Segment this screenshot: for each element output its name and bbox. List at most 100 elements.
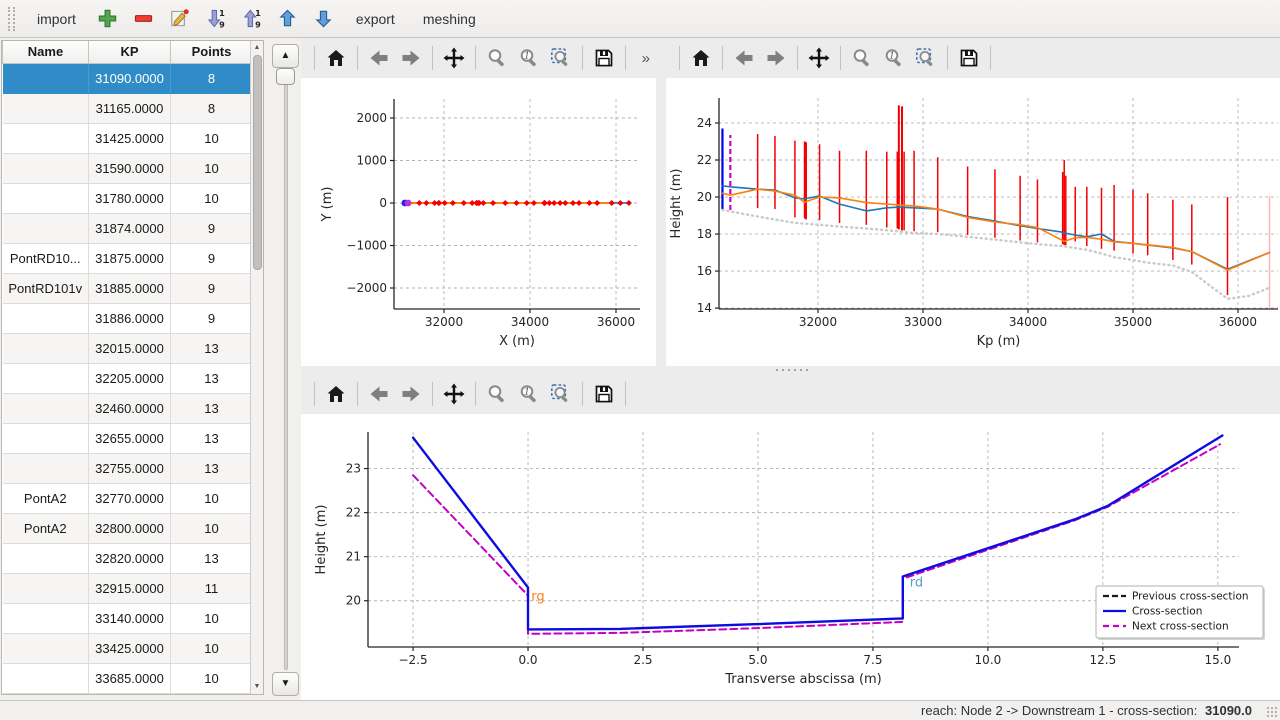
cell-points[interactable]: 10: [171, 153, 253, 183]
cell-name[interactable]: [3, 603, 89, 633]
table-row[interactable]: 33140.000010: [3, 603, 253, 633]
cell-kp[interactable]: 31875.0000: [89, 243, 171, 273]
cell-kp[interactable]: 31874.0000: [89, 213, 171, 243]
cell-name[interactable]: PontRD101v: [3, 273, 89, 303]
zoom-button[interactable]: [846, 42, 878, 74]
cell-name[interactable]: [3, 423, 89, 453]
zoom-button[interactable]: [481, 42, 513, 74]
table-row[interactable]: 32755.000013: [3, 453, 253, 483]
cell-points[interactable]: 9: [171, 213, 253, 243]
cell-kp[interactable]: 32655.0000: [89, 423, 171, 453]
panel-scroll-handle[interactable]: [276, 68, 295, 85]
save-button[interactable]: [953, 42, 985, 74]
cell-kp[interactable]: 32015.0000: [89, 333, 171, 363]
cell-points[interactable]: 8: [171, 93, 253, 123]
table-row[interactable]: 32655.000013: [3, 423, 253, 453]
cross-section-chart[interactable]: −2.50.02.55.07.510.012.515.020212223Tran…: [301, 414, 1280, 702]
cell-kp[interactable]: 32820.0000: [89, 543, 171, 573]
table-row[interactable]: 32820.000013: [3, 543, 253, 573]
cell-kp[interactable]: 33140.0000: [89, 603, 171, 633]
back-button[interactable]: [363, 42, 395, 74]
cell-points[interactable]: [171, 693, 253, 695]
scroll-down-icon[interactable]: ▼: [251, 681, 263, 693]
cell-name[interactable]: [3, 693, 89, 695]
cell-kp[interactable]: [89, 693, 171, 695]
home-button[interactable]: [320, 42, 352, 74]
cell-name[interactable]: [3, 633, 89, 663]
cell-name[interactable]: PontA2: [3, 513, 89, 543]
zoom-1-button[interactable]: 1: [513, 42, 545, 74]
zoom-box-button[interactable]: [910, 42, 942, 74]
cell-kp[interactable]: 33685.0000: [89, 663, 171, 693]
cell-points[interactable]: 10: [171, 123, 253, 153]
home-button[interactable]: [685, 42, 717, 74]
longitudinal-profile-chart[interactable]: 3200033000340003500036000242220181614Kp …: [666, 78, 1280, 366]
column-header-points[interactable]: Points: [171, 41, 253, 63]
cell-points[interactable]: 9: [171, 243, 253, 273]
cell-name[interactable]: [3, 453, 89, 483]
cell-name[interactable]: [3, 123, 89, 153]
cell-kp[interactable]: 31165.0000: [89, 93, 171, 123]
scroll-up-icon[interactable]: ▲: [251, 42, 263, 54]
cross-sections-table[interactable]: NameKPPoints 31090.0000831165.0000831425…: [1, 40, 264, 695]
cell-kp[interactable]: 31886.0000: [89, 303, 171, 333]
profile-canvas[interactable]: 3200033000340003500036000242220181614Kp …: [666, 78, 1280, 366]
cell-kp[interactable]: 32800.0000: [89, 513, 171, 543]
save-button[interactable]: [588, 378, 620, 410]
panel-scroll-up-button[interactable]: ▲: [272, 44, 299, 68]
cell-points[interactable]: 10: [171, 633, 253, 663]
plan-view-canvas[interactable]: 320003400036000200010000−1000−2000X (m)Y…: [301, 78, 656, 366]
pan-button[interactable]: [438, 378, 470, 410]
panel-scroll-groove[interactable]: [284, 72, 288, 670]
cell-name[interactable]: [3, 543, 89, 573]
cell-points[interactable]: 10: [171, 663, 253, 693]
export-button[interactable]: export: [344, 5, 407, 33]
cell-name[interactable]: [3, 183, 89, 213]
table-row[interactable]: 31425.000010: [3, 123, 253, 153]
meshing-button[interactable]: meshing: [411, 5, 488, 33]
table-row[interactable]: 32915.000011: [3, 573, 253, 603]
cell-points[interactable]: 13: [171, 453, 253, 483]
add-cross-section-button[interactable]: [92, 4, 124, 34]
table-row[interactable]: 33425.000010: [3, 633, 253, 663]
zoom-1-button[interactable]: 1: [878, 42, 910, 74]
cell-name[interactable]: PontA2: [3, 483, 89, 513]
table-row[interactable]: 32460.000013: [3, 393, 253, 423]
back-button[interactable]: [728, 42, 760, 74]
cell-points[interactable]: 10: [171, 183, 253, 213]
cell-name[interactable]: PontRD10...: [3, 243, 89, 273]
cell-kp[interactable]: 33425.0000: [89, 633, 171, 663]
cell-points[interactable]: 13: [171, 423, 253, 453]
column-header-name[interactable]: Name: [3, 41, 89, 63]
vertical-splitter[interactable]: [656, 38, 666, 366]
cell-points[interactable]: 11: [171, 573, 253, 603]
move-up-button[interactable]: [272, 4, 304, 34]
edit-cross-section-button[interactable]: [164, 4, 196, 34]
sort-ascending-button[interactable]: 19: [236, 4, 268, 34]
cell-points[interactable]: 8: [171, 63, 253, 93]
save-button[interactable]: [588, 42, 620, 74]
table-row[interactable]: 31165.00008: [3, 93, 253, 123]
table-row[interactable]: 31090.00008: [3, 63, 253, 93]
cell-name[interactable]: [3, 213, 89, 243]
cell-kp[interactable]: 31780.0000: [89, 183, 171, 213]
table-row[interactable]: PontA232800.000010: [3, 513, 253, 543]
zoom-box-button[interactable]: [545, 378, 577, 410]
table-row[interactable]: [3, 693, 253, 695]
cell-name[interactable]: [3, 153, 89, 183]
remove-cross-section-button[interactable]: [128, 4, 160, 34]
table-row[interactable]: PontRD10...31875.00009: [3, 243, 253, 273]
cell-points[interactable]: 10: [171, 603, 253, 633]
table-row[interactable]: 31874.00009: [3, 213, 253, 243]
table-row[interactable]: PontA232770.000010: [3, 483, 253, 513]
pan-button[interactable]: [803, 42, 835, 74]
table-row[interactable]: 32205.000013: [3, 363, 253, 393]
forward-button[interactable]: [395, 42, 427, 74]
move-down-button[interactable]: [308, 4, 340, 34]
cell-kp[interactable]: 32770.0000: [89, 483, 171, 513]
cell-name[interactable]: [3, 333, 89, 363]
cell-name[interactable]: [3, 573, 89, 603]
table-row[interactable]: 31590.000010: [3, 153, 253, 183]
pan-button[interactable]: [438, 42, 470, 74]
cell-kp[interactable]: 32460.0000: [89, 393, 171, 423]
